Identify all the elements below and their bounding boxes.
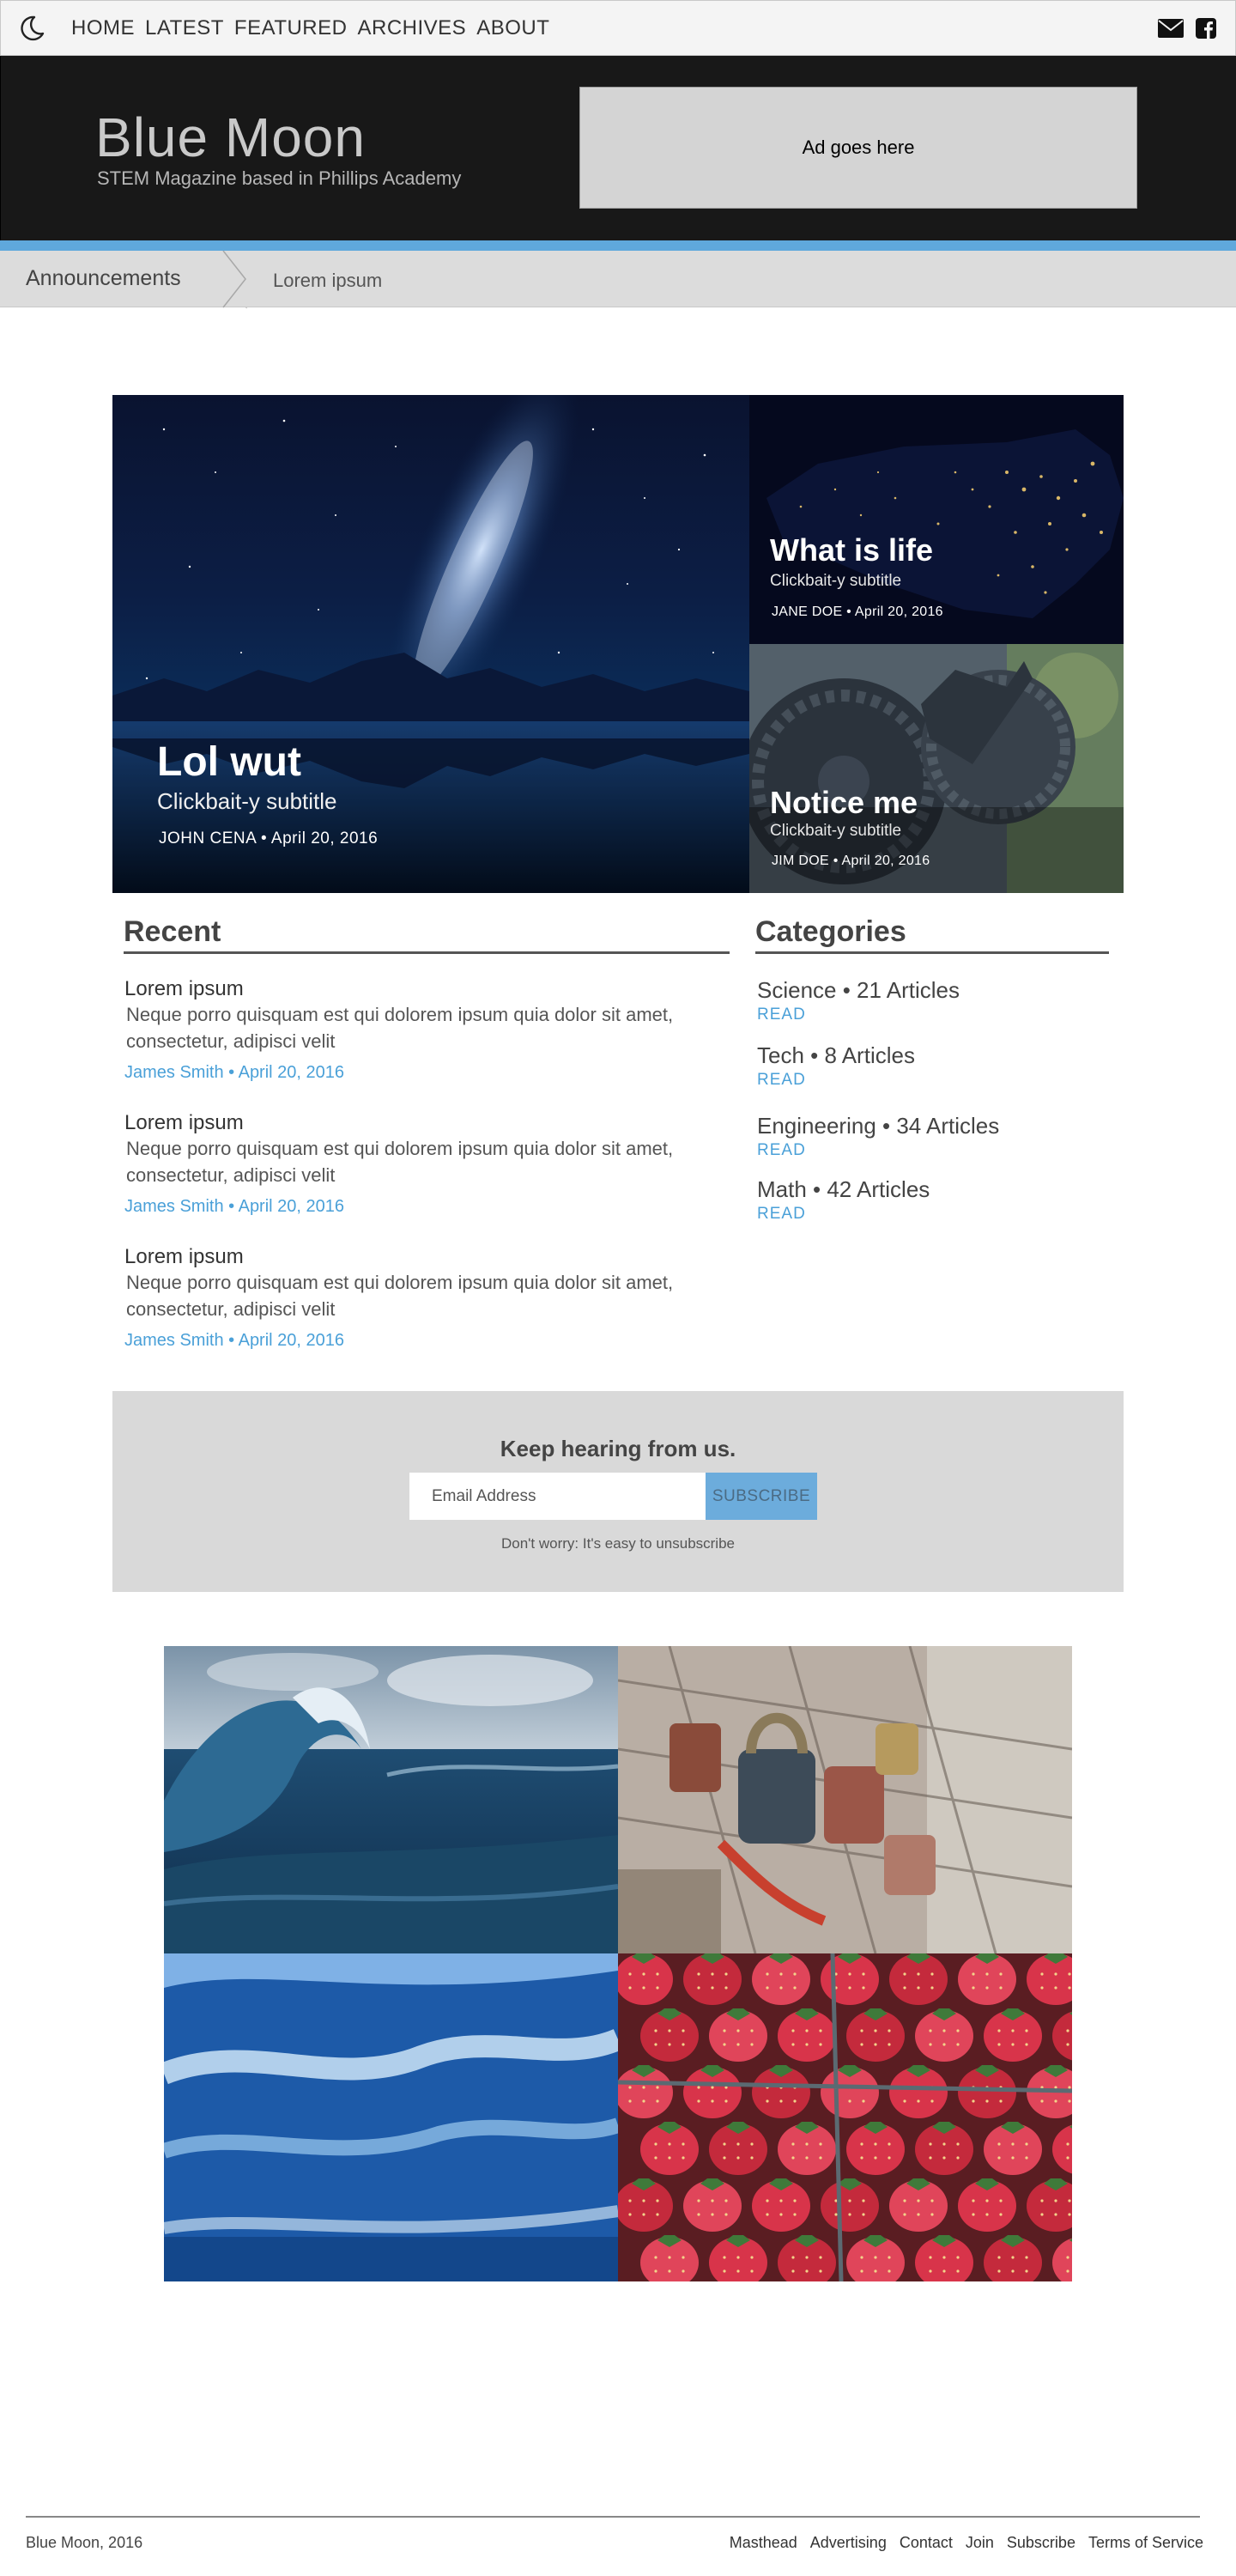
article-excerpt-line: Neque porro quisquam est qui dolorem ips… xyxy=(126,1272,674,1293)
envelope-icon[interactable] xyxy=(1158,18,1184,39)
featured-side-meta-1: JANE DOE • April 20, 2016 xyxy=(772,605,943,619)
category-item: Tech • 8 Articles READ xyxy=(757,1042,1118,1090)
recent-article[interactable]: Lorem ipsum Neque porro quisquam est qui… xyxy=(124,1111,725,1217)
category-item: Math • 42 Articles READ xyxy=(757,1176,1118,1224)
announcement-label: Announcements xyxy=(26,266,181,290)
featured-side-title-1[interactable]: What is life xyxy=(770,532,933,568)
article-excerpt-line: consectetur, adipisci velit xyxy=(126,1164,336,1186)
newsletter-note: Don't worry: It's easy to unsubscribe xyxy=(501,1535,735,1552)
featured-main-title[interactable]: Lol wut xyxy=(157,738,301,786)
categories-heading: Categories xyxy=(755,915,906,948)
article-meta[interactable]: James Smith • April 20, 2016 xyxy=(124,1197,725,1217)
category-read-link[interactable]: READ xyxy=(757,1205,1118,1224)
nav-links: HOME LATEST FEATURED ARCHIVES ABOUT xyxy=(71,16,549,40)
galaxy-image xyxy=(112,395,749,893)
social-links xyxy=(1158,18,1216,39)
featured-side-title-2[interactable]: Notice me xyxy=(770,785,918,821)
category-read-link[interactable]: READ xyxy=(757,1141,1118,1160)
category-read-link[interactable]: READ xyxy=(757,1071,1118,1090)
recent-article[interactable]: Lorem ipsum Neque porro quisquam est qui… xyxy=(124,1245,725,1351)
featured-hero: Lol wut Clickbait-y subtitle JOHN CENA •… xyxy=(112,395,1124,893)
newsletter-panel: Keep hearing from us. SUBSCRIBE Don't wo… xyxy=(112,1391,1124,1592)
footer-link-subscribe[interactable]: Subscribe xyxy=(1007,2534,1075,2552)
site-header: Blue Moon STEM Magazine based in Phillip… xyxy=(0,56,1236,240)
ocean-foam-photo[interactable] xyxy=(164,1953,618,2281)
article-title[interactable]: Lorem ipsum xyxy=(124,1245,725,1269)
nav-about[interactable]: ABOUT xyxy=(476,16,549,40)
newsletter-title: Keep hearing from us. xyxy=(500,1436,736,1461)
footer-link-terms[interactable]: Terms of Service xyxy=(1088,2534,1203,2552)
wave-photo[interactable] xyxy=(164,1646,618,1953)
ad-text: Ad goes here xyxy=(802,137,915,158)
featured-side-subtitle-2: Clickbait-y subtitle xyxy=(770,822,902,840)
nav-featured[interactable]: FEATURED xyxy=(234,16,348,40)
featured-side-card[interactable]: What is life Clickbait-y subtitle JANE D… xyxy=(749,395,1124,644)
article-excerpt-line: consectetur, adipisci velit xyxy=(126,1298,336,1320)
footer-divider xyxy=(26,2516,1200,2518)
subscribe-button[interactable]: SUBSCRIBE xyxy=(706,1473,817,1520)
featured-side-subtitle-1: Clickbait-y subtitle xyxy=(770,572,902,590)
categories-divider xyxy=(755,951,1109,954)
category-item: Engineering • 34 Articles READ xyxy=(757,1113,1118,1160)
featured-main-subtitle: Clickbait-y subtitle xyxy=(157,788,337,814)
accent-divider xyxy=(0,240,1236,251)
article-excerpt-line: Neque porro quisquam est qui dolorem ips… xyxy=(126,1138,674,1159)
footer-links: Masthead Advertising Contact Join Subscr… xyxy=(730,2534,1203,2552)
nav-archives[interactable]: ARCHIVES xyxy=(357,16,466,40)
category-label[interactable]: Engineering • 34 Articles xyxy=(757,1113,1118,1139)
article-title[interactable]: Lorem ipsum xyxy=(124,977,725,1001)
nav-latest[interactable]: LATEST xyxy=(145,16,224,40)
announcement-bar: Announcements Lorem ipsum xyxy=(0,250,1236,317)
site-tagline: STEM Magazine based in Phillips Academy xyxy=(97,167,462,189)
article-meta[interactable]: James Smith • April 20, 2016 xyxy=(124,1331,725,1351)
strawberries-photo[interactable] xyxy=(618,1953,1072,2281)
recent-article[interactable]: Lorem ipsum Neque porro quisquam est qui… xyxy=(124,977,725,1083)
footer-link-masthead[interactable]: Masthead xyxy=(730,2534,797,2552)
category-label[interactable]: Tech • 8 Articles xyxy=(757,1042,1118,1069)
category-item: Science • 21 Articles READ xyxy=(757,977,1118,1024)
ad-banner[interactable]: Ad goes here xyxy=(579,87,1137,209)
featured-main-card[interactable]: Lol wut Clickbait-y subtitle JOHN CENA •… xyxy=(112,395,749,893)
featured-side-meta-2: JIM DOE • April 20, 2016 xyxy=(772,854,930,868)
top-nav: HOME LATEST FEATURED ARCHIVES ABOUT xyxy=(0,0,1236,56)
article-title[interactable]: Lorem ipsum xyxy=(124,1111,725,1135)
photo-gallery xyxy=(164,1646,1072,2281)
chevron-right-icon xyxy=(221,250,267,322)
category-label[interactable]: Science • 21 Articles xyxy=(757,977,1118,1004)
article-excerpt-line: consectetur, adipisci velit xyxy=(126,1030,336,1052)
announcement-text[interactable]: Lorem ipsum xyxy=(273,270,382,292)
featured-main-meta: JOHN CENA • April 20, 2016 xyxy=(159,829,379,848)
site-brand[interactable]: Blue Moon xyxy=(95,106,366,169)
nav-home[interactable]: HOME xyxy=(71,16,135,40)
category-read-link[interactable]: READ xyxy=(757,1005,1118,1024)
email-input[interactable] xyxy=(409,1473,706,1520)
recent-heading: Recent xyxy=(124,915,221,948)
moon-icon[interactable] xyxy=(18,15,45,42)
featured-side-card[interactable]: Notice me Clickbait-y subtitle JIM DOE •… xyxy=(749,644,1124,893)
article-excerpt-line: Neque porro quisquam est qui dolorem ips… xyxy=(126,1004,674,1025)
article-meta[interactable]: James Smith • April 20, 2016 xyxy=(124,1063,725,1083)
footer-copyright: Blue Moon, 2016 xyxy=(26,2534,143,2551)
facebook-icon[interactable] xyxy=(1196,18,1216,39)
recent-divider xyxy=(124,951,730,954)
padlocks-photo[interactable] xyxy=(618,1646,1072,1953)
footer-link-advertising[interactable]: Advertising xyxy=(810,2534,887,2552)
category-label[interactable]: Math • 42 Articles xyxy=(757,1176,1118,1203)
footer-link-contact[interactable]: Contact xyxy=(900,2534,953,2552)
footer-link-join[interactable]: Join xyxy=(966,2534,994,2552)
